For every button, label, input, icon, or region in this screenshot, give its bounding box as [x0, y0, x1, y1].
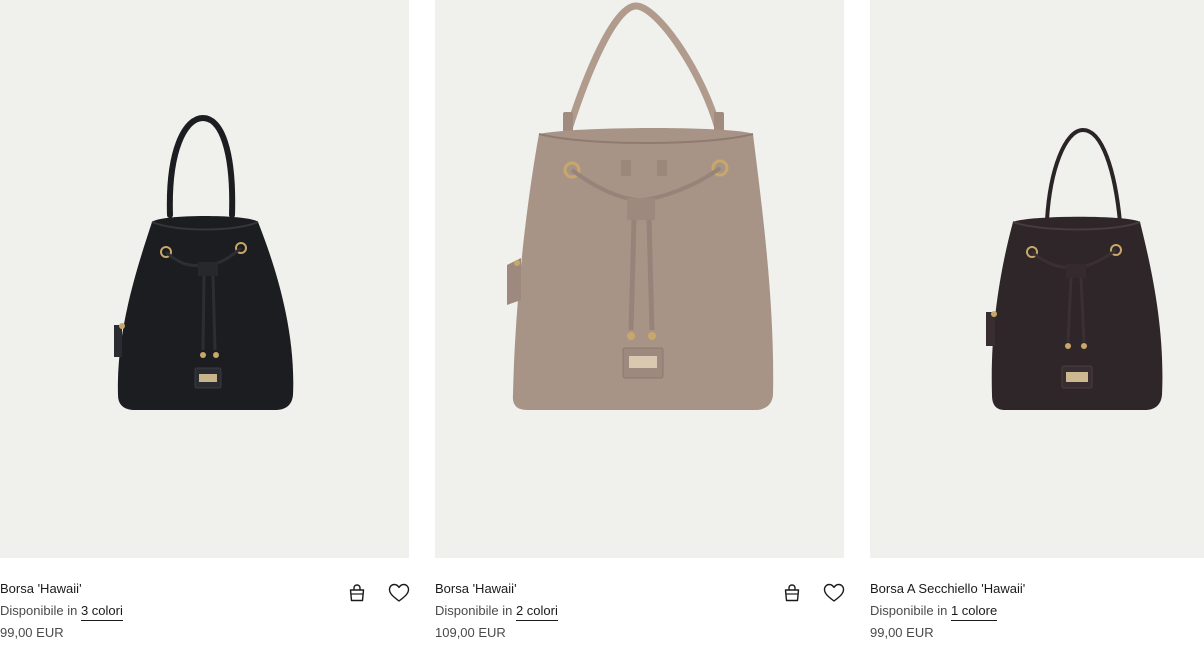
product-grid: Borsa 'Hawaii' Disponibile in 3 colori 9… — [0, 0, 1204, 648]
add-to-bag-button[interactable] — [781, 582, 803, 604]
product-card[interactable]: Borsa 'Hawaii' Disponibile in 3 colori 9… — [0, 0, 410, 648]
availability: Disponibile in 1 colore — [870, 603, 998, 621]
shopping-bag-icon — [349, 584, 365, 602]
heart-icon — [823, 583, 845, 602]
availability: Disponibile in 3 colori — [0, 603, 123, 621]
product-image[interactable] — [0, 0, 409, 558]
availability-colors-link[interactable]: 1 colore — [950, 603, 998, 621]
product-name[interactable]: Borsa 'Hawaii' — [435, 581, 517, 597]
product-price: 99,00 EUR — [0, 625, 64, 640]
product-price: 99,00 EUR — [870, 625, 934, 640]
product-card[interactable]: Borsa 'Hawaii' Disponibile in 2 colori 1… — [435, 0, 845, 648]
availability: Disponibile in 2 colori — [435, 603, 558, 621]
product-name[interactable]: Borsa A Secchiello 'Hawaii' — [870, 581, 1025, 597]
product-name[interactable]: Borsa 'Hawaii' — [0, 581, 82, 597]
add-to-bag-button[interactable] — [346, 582, 368, 604]
availability-colors-link[interactable]: 2 colori — [515, 603, 558, 621]
availability-prefix: Disponibile in — [870, 603, 948, 618]
availability-colors-link[interactable]: 3 colori — [80, 603, 123, 621]
shopping-bag-icon — [784, 584, 800, 602]
wishlist-button[interactable] — [823, 582, 845, 604]
dark-brown-bucket-bag-image — [986, 127, 1163, 410]
product-price: 109,00 EUR — [435, 625, 506, 640]
product-image[interactable] — [870, 0, 1204, 558]
taupe-bucket-bag-image — [507, 2, 774, 410]
wishlist-button[interactable] — [388, 582, 410, 604]
availability-prefix: Disponibile in — [435, 603, 513, 618]
product-card[interactable]: Borsa A Secchiello 'Hawaii' Disponibile … — [870, 0, 1204, 648]
product-image[interactable] — [435, 0, 844, 558]
availability-prefix: Disponibile in — [0, 603, 78, 618]
heart-icon — [388, 583, 410, 602]
black-bucket-bag-image — [114, 114, 294, 410]
